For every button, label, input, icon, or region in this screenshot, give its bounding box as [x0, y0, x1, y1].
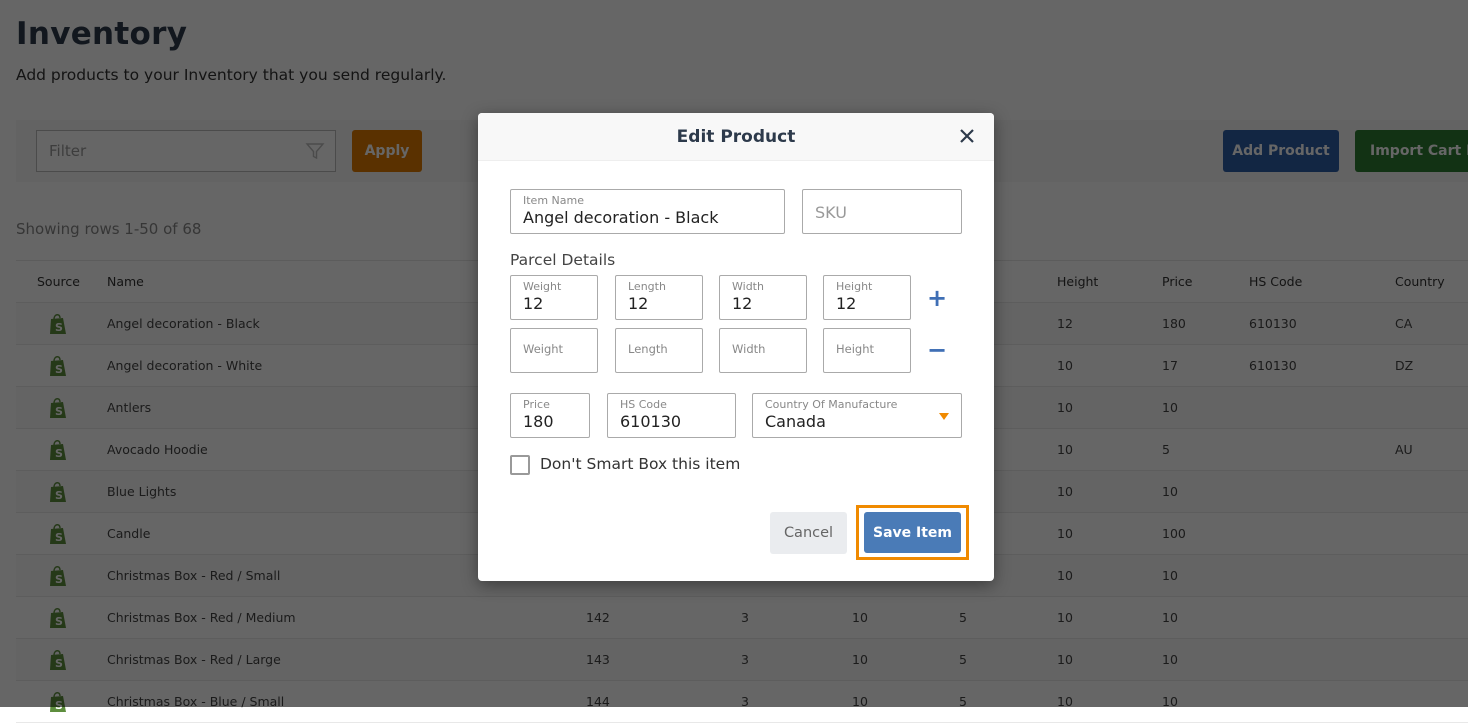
parcel1-length-field[interactable]: Length 12	[615, 275, 703, 320]
parcel1-width-field[interactable]: Width 12	[719, 275, 807, 320]
length-placeholder: Length	[628, 342, 668, 356]
close-icon[interactable]	[958, 127, 976, 145]
country-label: Country Of Manufacture	[765, 398, 898, 411]
hs-code-value: 610130	[620, 412, 682, 431]
parcel2-height-field[interactable]: Height	[823, 328, 911, 373]
price-value: 180	[523, 412, 554, 431]
length-label: Length	[628, 280, 666, 293]
height-placeholder: Height	[836, 342, 875, 356]
height-value: 12	[836, 294, 857, 313]
item-name-value: Angel decoration - Black	[523, 208, 719, 227]
chevron-down-icon	[939, 413, 949, 420]
weight-label: Weight	[523, 280, 562, 293]
modal-title: Edit Product	[676, 127, 796, 147]
add-parcel-icon[interactable]: +	[927, 286, 947, 310]
width-placeholder: Width	[732, 342, 766, 356]
save-item-button[interactable]: Save Item	[864, 512, 961, 553]
length-value: 12	[628, 294, 649, 313]
sku-placeholder: SKU	[815, 203, 847, 222]
edit-product-modal: Edit Product Item Name Angel decoration …	[478, 113, 994, 581]
cancel-button[interactable]: Cancel	[770, 512, 847, 554]
parcel2-length-field[interactable]: Length	[615, 328, 703, 373]
parcel2-weight-field[interactable]: Weight	[510, 328, 598, 373]
hs-code-field[interactable]: HS Code 610130	[607, 393, 736, 438]
price-label: Price	[523, 398, 550, 411]
hs-code-label: HS Code	[620, 398, 667, 411]
weight-placeholder: Weight	[523, 342, 564, 356]
country-value: Canada	[765, 412, 826, 431]
weight-value: 12	[523, 294, 544, 313]
item-name-label: Item Name	[523, 194, 584, 207]
modal-header: Edit Product	[478, 113, 994, 161]
smart-box-checkbox[interactable]	[510, 455, 530, 475]
parcel-details-label: Parcel Details	[510, 251, 616, 269]
width-label: Width	[732, 280, 764, 293]
parcel1-height-field[interactable]: Height 12	[823, 275, 911, 320]
width-value: 12	[732, 294, 753, 313]
smart-box-label: Don't Smart Box this item	[540, 455, 741, 473]
sku-field[interactable]: SKU	[802, 189, 962, 234]
parcel1-weight-field[interactable]: Weight 12	[510, 275, 598, 320]
parcel2-width-field[interactable]: Width	[719, 328, 807, 373]
height-label: Height	[836, 280, 873, 293]
country-select[interactable]: Country Of Manufacture Canada	[752, 393, 962, 438]
price-field[interactable]: Price 180	[510, 393, 590, 438]
item-name-field[interactable]: Item Name Angel decoration - Black	[510, 189, 785, 234]
remove-parcel-icon[interactable]: −	[927, 338, 947, 362]
